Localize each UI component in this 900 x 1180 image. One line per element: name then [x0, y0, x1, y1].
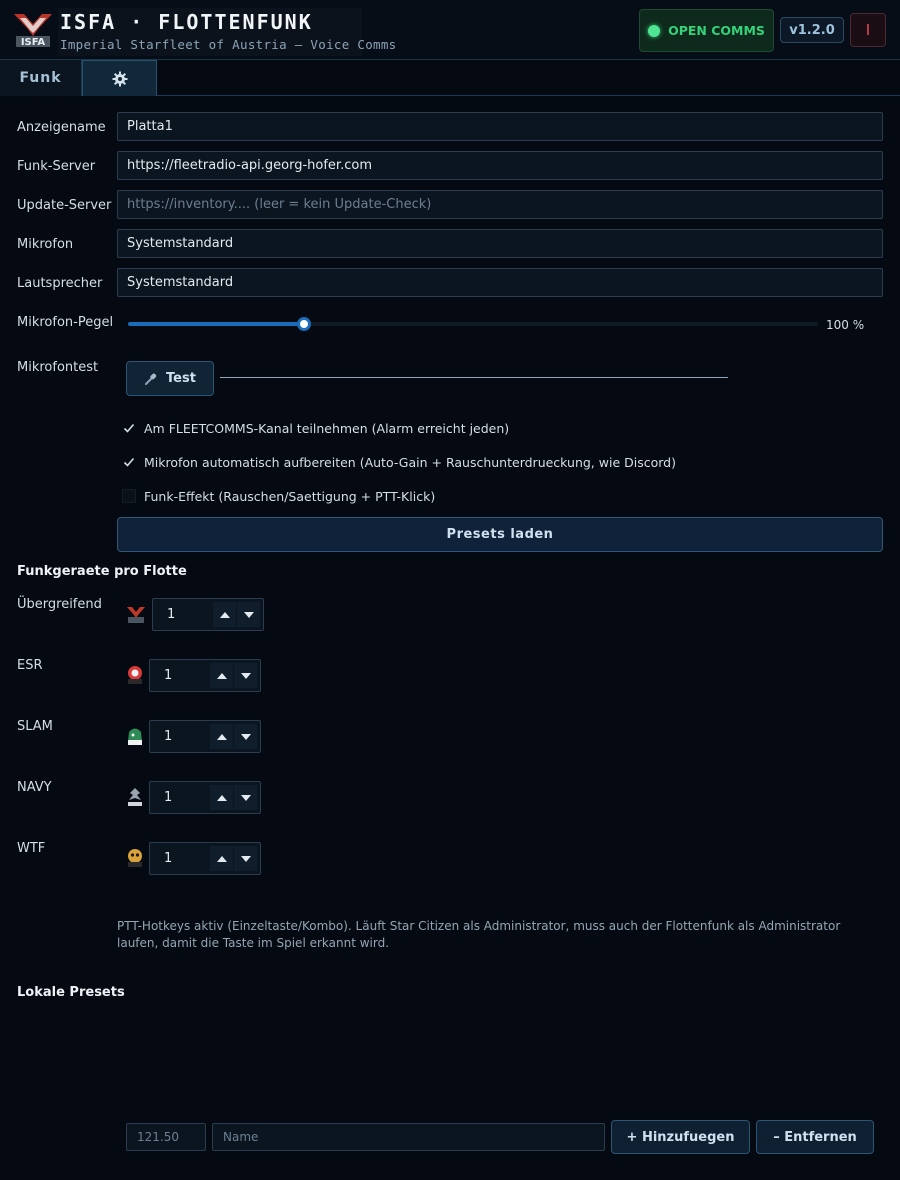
- preset-frequency-input[interactable]: 121.50: [126, 1123, 206, 1151]
- fleet-stepper-slam[interactable]: 1: [149, 720, 261, 753]
- app-subtitle: Imperial Starfleet of Austria — Voice Co…: [60, 37, 397, 52]
- display-name-input[interactable]: Platta1: [117, 112, 883, 141]
- stepper-down-button[interactable]: [237, 602, 260, 627]
- status-led-icon: [648, 24, 661, 37]
- option-radio-effect[interactable]: Funk-Effekt (Rauschen/Saettigung + PTT-K…: [122, 486, 435, 506]
- update-server-input[interactable]: https://inventory.... (leer = kein Updat…: [117, 190, 883, 219]
- caret-down-icon: [243, 611, 254, 618]
- microphone-icon: [145, 373, 157, 385]
- stepper-down-button[interactable]: [234, 846, 257, 871]
- tab-bar: Funk: [0, 60, 900, 96]
- caret-down-icon: [240, 733, 251, 740]
- caret-up-icon: [216, 672, 227, 679]
- caret-up-icon: [219, 611, 230, 618]
- fleet-stepper-value: 1: [167, 607, 176, 622]
- isfa-fleet-icon: [127, 607, 145, 623]
- title-block: ISFA · FLOTTENFUNK Imperial Starfleet of…: [58, 8, 396, 56]
- stepper-down-button[interactable]: [234, 663, 257, 688]
- fleet-stepper-value: 1: [164, 668, 173, 683]
- speaker-label: Lautsprecher: [17, 276, 103, 291]
- app-title: ISFA · FLOTTENFUNK: [60, 10, 313, 34]
- fleet-name-navy: NAVY: [17, 780, 52, 795]
- wtf-fleet-icon: [128, 849, 142, 867]
- mic-test-label: Mikrofontest: [17, 360, 99, 375]
- option-fleetcomms-label: Am FLEETCOMMS-Kanal teilnehmen (Alarm er…: [144, 420, 510, 436]
- ptt-hint-text: PTT-Hotkeys aktiv (Einzeltaste/Kombo). L…: [117, 919, 841, 950]
- checkmark-icon: [123, 423, 135, 433]
- option-radio-effect-label: Funk-Effekt (Rauschen/Saettigung + PTT-K…: [144, 488, 436, 504]
- checkbox-checked[interactable]: [122, 421, 136, 435]
- microphone-select[interactable]: Systemstandard: [117, 229, 883, 258]
- fleet-name-slam: SLAM: [17, 719, 53, 734]
- open-comms-label: OPEN COMMS: [668, 23, 765, 38]
- stepper-up-button[interactable]: [210, 663, 233, 688]
- tab-settings[interactable]: [82, 60, 157, 96]
- mic-level-slider[interactable]: [128, 317, 818, 331]
- fleet-name-uebergreifend: Übergreifend: [17, 597, 102, 612]
- stepper-up-button[interactable]: [213, 602, 236, 627]
- option-auto-gain-label: Mikrofon automatisch aufbereiten (Auto-G…: [144, 454, 676, 470]
- mic-test-level-line: [220, 377, 728, 378]
- fleets-section-title: Funkgeraete pro Flotte: [17, 564, 187, 579]
- caret-down-icon: [240, 672, 251, 679]
- caret-up-icon: [216, 855, 227, 862]
- fleet-name-esr: ESR: [17, 658, 43, 673]
- add-preset-button[interactable]: + Hinzufuegen: [611, 1120, 750, 1154]
- svg-text:ISFA: ISFA: [21, 37, 46, 48]
- remove-preset-button[interactable]: – Entfernen: [756, 1120, 874, 1154]
- version-badge: v1.2.0: [780, 17, 844, 43]
- option-auto-gain[interactable]: Mikrofon automatisch aufbereiten (Auto-G…: [122, 452, 676, 472]
- checkmark-icon: [123, 457, 135, 467]
- slam-fleet-icon: [128, 728, 142, 745]
- checkbox-unchecked[interactable]: [122, 489, 136, 503]
- load-presets-button[interactable]: Presets laden: [117, 517, 883, 552]
- fleet-stepper-esr[interactable]: 1: [149, 659, 261, 692]
- funk-server-input[interactable]: https://fleetradio-api.georg-hofer.com: [117, 151, 883, 180]
- stepper-down-button[interactable]: [234, 724, 257, 749]
- microphone-label: Mikrofon: [17, 237, 74, 252]
- stepper-down-button[interactable]: [234, 785, 257, 810]
- gear-icon: [112, 71, 127, 86]
- caret-up-icon: [216, 794, 227, 801]
- tab-funk[interactable]: Funk: [0, 60, 82, 96]
- caret-down-icon: [240, 855, 251, 862]
- caret-up-icon: [216, 733, 227, 740]
- isfa-logo: ISFA: [14, 14, 52, 48]
- esr-fleet-icon: [128, 666, 142, 684]
- option-fleetcomms[interactable]: Am FLEETCOMMS-Kanal teilnehmen (Alarm er…: [122, 418, 509, 438]
- display-name-label: Anzeigename: [17, 120, 106, 135]
- stepper-up-button[interactable]: [210, 846, 233, 871]
- funk-server-label: Funk-Server: [17, 159, 96, 174]
- fleet-stepper-uebergreifend[interactable]: 1: [152, 598, 264, 631]
- close-button[interactable]: I: [850, 13, 886, 47]
- fleet-name-wtf: WTF: [17, 841, 46, 856]
- preset-name-input[interactable]: Name: [212, 1123, 605, 1151]
- fleet-stepper-value: 1: [164, 851, 173, 866]
- mic-test-button[interactable]: Test: [126, 361, 214, 396]
- caret-down-icon: [240, 794, 251, 801]
- mic-level-thumb[interactable]: [296, 317, 311, 331]
- fleet-stepper-navy[interactable]: 1: [149, 781, 261, 814]
- mic-level-fill: [128, 322, 304, 326]
- local-presets-title: Lokale Presets: [17, 985, 125, 1000]
- navy-fleet-icon: [128, 788, 142, 806]
- mic-level-label: Mikrofon-Pegel: [17, 315, 114, 330]
- mic-level-value: 100 %: [826, 318, 865, 332]
- stepper-up-button[interactable]: [210, 724, 233, 749]
- speaker-select[interactable]: Systemstandard: [117, 268, 883, 297]
- fleet-stepper-wtf[interactable]: 1: [149, 842, 261, 875]
- checkbox-checked[interactable]: [122, 455, 136, 469]
- open-comms-button[interactable]: OPEN COMMS: [639, 9, 774, 52]
- stepper-up-button[interactable]: [210, 785, 233, 810]
- update-server-label: Update-Server: [17, 198, 112, 213]
- mic-test-button-label: Test: [166, 371, 196, 386]
- fleet-stepper-value: 1: [164, 790, 173, 805]
- fleet-stepper-value: 1: [164, 729, 173, 744]
- app-header: ISFA ISFA · FLOTTENFUNK Imperial Starfle…: [0, 0, 900, 60]
